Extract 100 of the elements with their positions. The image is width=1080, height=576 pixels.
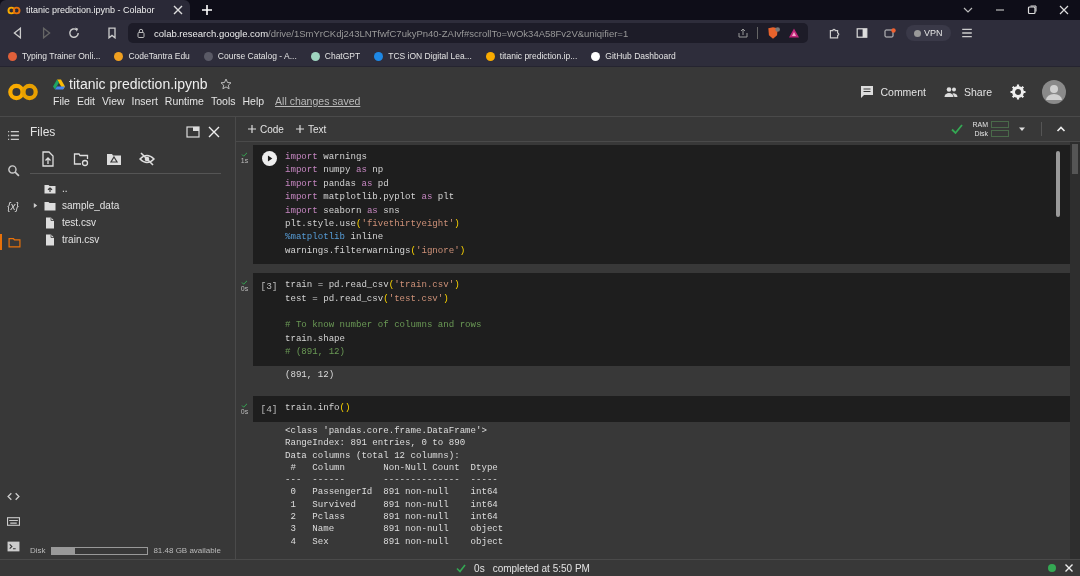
new-window-icon[interactable] bbox=[186, 125, 200, 139]
output-line: 1 Survived 891 non-null int64 bbox=[289, 498, 499, 512]
run-duration: 0s bbox=[474, 562, 485, 574]
plus-icon bbox=[295, 125, 304, 133]
check-icon bbox=[241, 152, 248, 157]
menu-icon[interactable] bbox=[6, 129, 20, 142]
scrollbar-thumb[interactable] bbox=[1056, 151, 1060, 217]
menu-item[interactable]: View bbox=[102, 95, 125, 107]
output-line: (891, 12) bbox=[285, 368, 336, 381]
chevron-down-icon[interactable] bbox=[963, 5, 973, 15]
sidebar-icon[interactable] bbox=[856, 27, 868, 39]
output-line: <class 'pandas.core.frame.DataFrame'> bbox=[285, 424, 488, 438]
bookmark[interactable]: titanic prediction.ip... bbox=[485, 51, 578, 61]
code-line: train = pd.read_csv('train.csv') bbox=[285, 278, 461, 292]
add-code-button[interactable]: Code bbox=[248, 123, 284, 135]
expand-arrow-icon[interactable] bbox=[33, 202, 38, 209]
code-line: # To know number of columns and rows bbox=[285, 318, 482, 332]
wallet-icon[interactable] bbox=[884, 27, 896, 39]
folder-icon bbox=[44, 199, 56, 212]
check-icon bbox=[456, 563, 467, 573]
menu-item[interactable]: File bbox=[53, 95, 70, 107]
close-icon[interactable] bbox=[1059, 5, 1069, 15]
comment-button[interactable]: Comment bbox=[860, 84, 926, 99]
disk-label: Disk bbox=[30, 546, 46, 555]
run-button[interactable] bbox=[261, 151, 277, 166]
file-name[interactable]: .. bbox=[62, 183, 68, 194]
file-name[interactable]: test.csv bbox=[62, 217, 96, 228]
back-icon[interactable] bbox=[12, 27, 24, 39]
output-line: Data columns (total 12 columns): bbox=[285, 449, 461, 462]
code-cell[interactable]: import warnings import numpy as np import pandas as pd import matplotlib.pyplot as plt import seaborn as sns plt.style.use('fivethirtyeight') %matplotlib inline warnings.filterwarnings('ignore') bbox=[253, 145, 1070, 265]
code-line: import seaborn as sns bbox=[285, 203, 401, 218]
keyboard-icon[interactable] bbox=[6, 515, 20, 528]
code-cell[interactable]: [3] train = pd.read_csv('train.csv') test = pd.read_csv('test.csv') # To know number of columns and rows train.shape # (891, 12) bbox=[253, 273, 1070, 366]
menu-icon[interactable] bbox=[960, 27, 973, 39]
check-icon bbox=[241, 280, 248, 286]
close-icon[interactable] bbox=[173, 5, 183, 15]
refresh-folder-icon[interactable] bbox=[73, 151, 89, 167]
output-line: 0 PassengerId 891 non-null int64 bbox=[289, 486, 499, 499]
code-line: test = pd.read_csv('test.csv') bbox=[285, 291, 450, 306]
restore-icon[interactable] bbox=[1027, 5, 1037, 15]
variables-tab[interactable]: {x} bbox=[0, 198, 26, 214]
bookmark[interactable]: TCS iON Digital Lea... bbox=[374, 51, 472, 61]
reload-icon[interactable] bbox=[68, 27, 80, 39]
file-name[interactable]: sample_data bbox=[62, 200, 120, 211]
lion-shield-icon[interactable] bbox=[766, 26, 780, 40]
address-bar[interactable]: colab.research.google.com/drive/1SmYrCKdj243LNTfwfC7ukyPn40-ZAIvf#scrollTo=WOk34A58Fv2V&uniqifier=1 bbox=[128, 23, 808, 43]
bookmark[interactable]: CodeTantra Edu bbox=[114, 51, 190, 61]
bookmark[interactable]: Typing Trainer Onli... bbox=[8, 51, 101, 61]
eye-off-icon[interactable] bbox=[139, 151, 155, 167]
browser-tab[interactable]: titanic prediction.ipynb - Colabor bbox=[0, 0, 190, 20]
scrollbar-thumb[interactable] bbox=[1072, 144, 1078, 174]
settings-icon[interactable] bbox=[1010, 83, 1026, 100]
menu-item[interactable]: Tools bbox=[210, 95, 236, 107]
plus-icon bbox=[248, 125, 256, 133]
output-line: 2 Pclass 891 non-null int64 bbox=[289, 511, 499, 524]
star-icon[interactable] bbox=[219, 78, 232, 90]
code-icon[interactable] bbox=[6, 490, 20, 503]
folder-icon bbox=[7, 235, 21, 249]
bookmark[interactable]: ChatGPT bbox=[310, 51, 361, 61]
bookmark[interactable]: GitHub Dashboard bbox=[591, 51, 676, 61]
bookmark[interactable]: Course Catalog - A... bbox=[203, 51, 297, 61]
menu-item[interactable]: Edit bbox=[76, 95, 95, 107]
status-dot bbox=[1048, 564, 1056, 572]
add-text-button[interactable]: Text bbox=[295, 123, 327, 135]
menu-item[interactable]: Insert bbox=[131, 95, 158, 107]
disk-available-text: 81.48 GB available bbox=[153, 546, 221, 555]
panel-title: Files bbox=[30, 125, 56, 139]
vpn-button[interactable]: VPN bbox=[906, 25, 951, 41]
drive-folder-icon[interactable] bbox=[106, 151, 122, 167]
share-button[interactable]: Share bbox=[943, 84, 992, 99]
lock-icon bbox=[136, 28, 146, 38]
share-icon[interactable] bbox=[737, 27, 749, 39]
code-line: # (891, 12) bbox=[285, 345, 347, 359]
terminal-icon[interactable] bbox=[6, 540, 20, 553]
people-icon bbox=[943, 84, 958, 99]
bookmark-icon[interactable] bbox=[106, 27, 118, 39]
new-tab-icon[interactable] bbox=[202, 5, 212, 15]
status-message: completed at 5:50 PM bbox=[492, 562, 590, 574]
drive-icon bbox=[53, 78, 65, 90]
code-line: import matplotlib.pyplot as plt bbox=[285, 190, 456, 204]
puzzle-icon[interactable] bbox=[828, 27, 840, 39]
code-line: plt.style.use('fivethirtyeight') bbox=[285, 217, 461, 231]
close-icon[interactable] bbox=[1064, 563, 1074, 573]
notebook-title[interactable]: titanic prediction.ipynb bbox=[69, 76, 208, 92]
code-line: train.info() bbox=[285, 400, 351, 415]
execution-count: [4] bbox=[260, 402, 278, 415]
code-cell[interactable]: [4] train.info() bbox=[253, 395, 1070, 422]
avatar[interactable] bbox=[1042, 79, 1066, 104]
file-name[interactable]: train.csv bbox=[62, 234, 100, 245]
close-icon[interactable] bbox=[207, 125, 221, 139]
upload-file-icon[interactable] bbox=[40, 151, 56, 167]
search-icon bbox=[6, 163, 20, 177]
collapse-icon[interactable] bbox=[1056, 124, 1066, 134]
triangle-icon[interactable] bbox=[788, 27, 800, 39]
menu-item[interactable]: Help bbox=[242, 95, 265, 107]
file-icon bbox=[44, 216, 56, 229]
save-status-link[interactable]: All changes saved bbox=[275, 95, 361, 107]
menu-item[interactable]: Runtime bbox=[164, 95, 204, 107]
output-line: 4 Sex 891 non-null object bbox=[289, 535, 505, 548]
execution-count: [3] bbox=[260, 280, 278, 295]
